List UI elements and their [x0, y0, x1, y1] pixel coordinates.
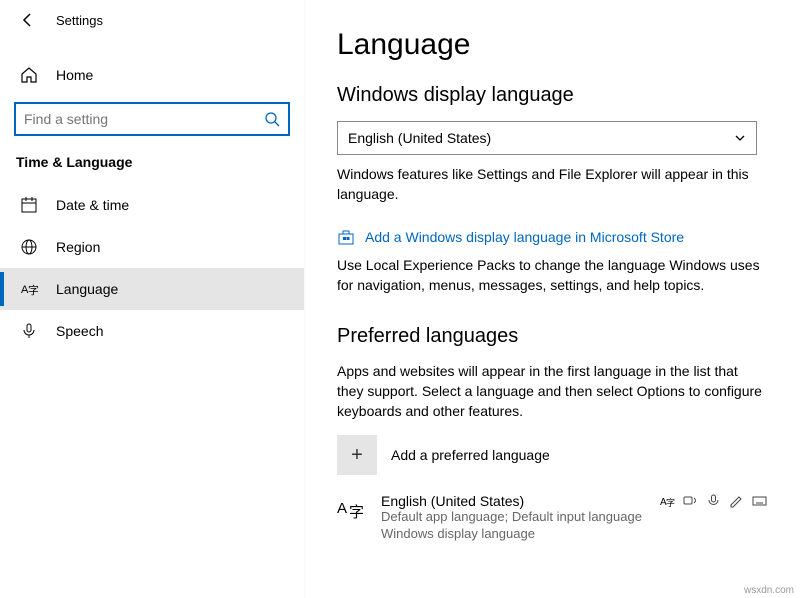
section-display-desc: Windows features like Settings and File … [337, 165, 757, 204]
feature-keyboard-icon [752, 493, 767, 508]
feature-handwriting-icon [729, 493, 744, 508]
language-entry-sub1: Default app language; Default input lang… [381, 509, 642, 526]
search-icon [264, 111, 280, 127]
main-panel: Language Windows display language Englis… [305, 0, 800, 598]
svg-text:A: A [337, 500, 347, 517]
globe-icon [20, 238, 38, 256]
sidebar-item-region[interactable]: Region [0, 226, 304, 268]
add-language-label: Add a preferred language [391, 447, 550, 463]
feature-tts-icon [683, 493, 698, 508]
add-language-button[interactable]: + Add a preferred language [337, 435, 772, 475]
language-icon: A字 [20, 280, 38, 298]
svg-text:字: 字 [349, 504, 364, 521]
sidebar-item-language[interactable]: A字 Language [0, 268, 304, 310]
search-input[interactable] [24, 111, 264, 127]
language-entry-sub2: Windows display language [381, 526, 642, 543]
sidebar-item-datetime[interactable]: Date & time [0, 184, 304, 226]
home-icon [20, 66, 38, 84]
sidebar: Settings Home Time & Language Date & tim… [0, 0, 305, 598]
store-icon [337, 228, 355, 246]
store-link[interactable]: Add a Windows display language in Micros… [337, 228, 772, 246]
home-row[interactable]: Home [0, 56, 304, 94]
home-label: Home [56, 67, 93, 83]
store-link-text: Add a Windows display language in Micros… [365, 229, 684, 245]
top-bar: Settings [0, 0, 304, 36]
section-preferred-title: Preferred languages [337, 325, 772, 348]
display-language-dropdown[interactable]: English (United States) [337, 121, 757, 155]
dropdown-value: English (United States) [348, 130, 491, 146]
sidebar-item-label: Region [56, 239, 100, 255]
section-display-title: Windows display language [337, 84, 772, 107]
feature-display-icon: A字 [660, 493, 675, 508]
svg-text:字: 字 [28, 283, 38, 297]
store-desc: Use Local Experience Packs to change the… [337, 256, 767, 295]
sidebar-item-label: Date & time [56, 197, 129, 213]
chevron-down-icon [734, 132, 746, 144]
page-title: Language [337, 28, 772, 62]
svg-text:字: 字 [666, 497, 675, 508]
back-icon[interactable] [20, 12, 36, 28]
sidebar-item-label: Speech [56, 323, 103, 339]
settings-title: Settings [56, 13, 103, 28]
plus-icon: + [337, 435, 377, 475]
feature-speech-icon [706, 493, 721, 508]
watermark: wsxdn.com [744, 585, 794, 596]
entry-feature-icons: A字 [660, 493, 767, 508]
sidebar-item-label: Language [56, 281, 118, 297]
sidebar-item-speech[interactable]: Speech [0, 310, 304, 352]
microphone-icon [20, 322, 38, 340]
language-glyph-icon: A字 [337, 495, 367, 525]
language-entry[interactable]: A字 English (United States) Default app l… [337, 493, 767, 543]
search-box[interactable] [14, 102, 290, 136]
section-preferred-desc: Apps and websites will appear in the fir… [337, 362, 767, 421]
language-entry-name: English (United States) [381, 493, 642, 509]
category-title: Time & Language [0, 150, 304, 184]
language-entry-text: English (United States) Default app lang… [381, 493, 642, 543]
calendar-icon [20, 196, 38, 214]
